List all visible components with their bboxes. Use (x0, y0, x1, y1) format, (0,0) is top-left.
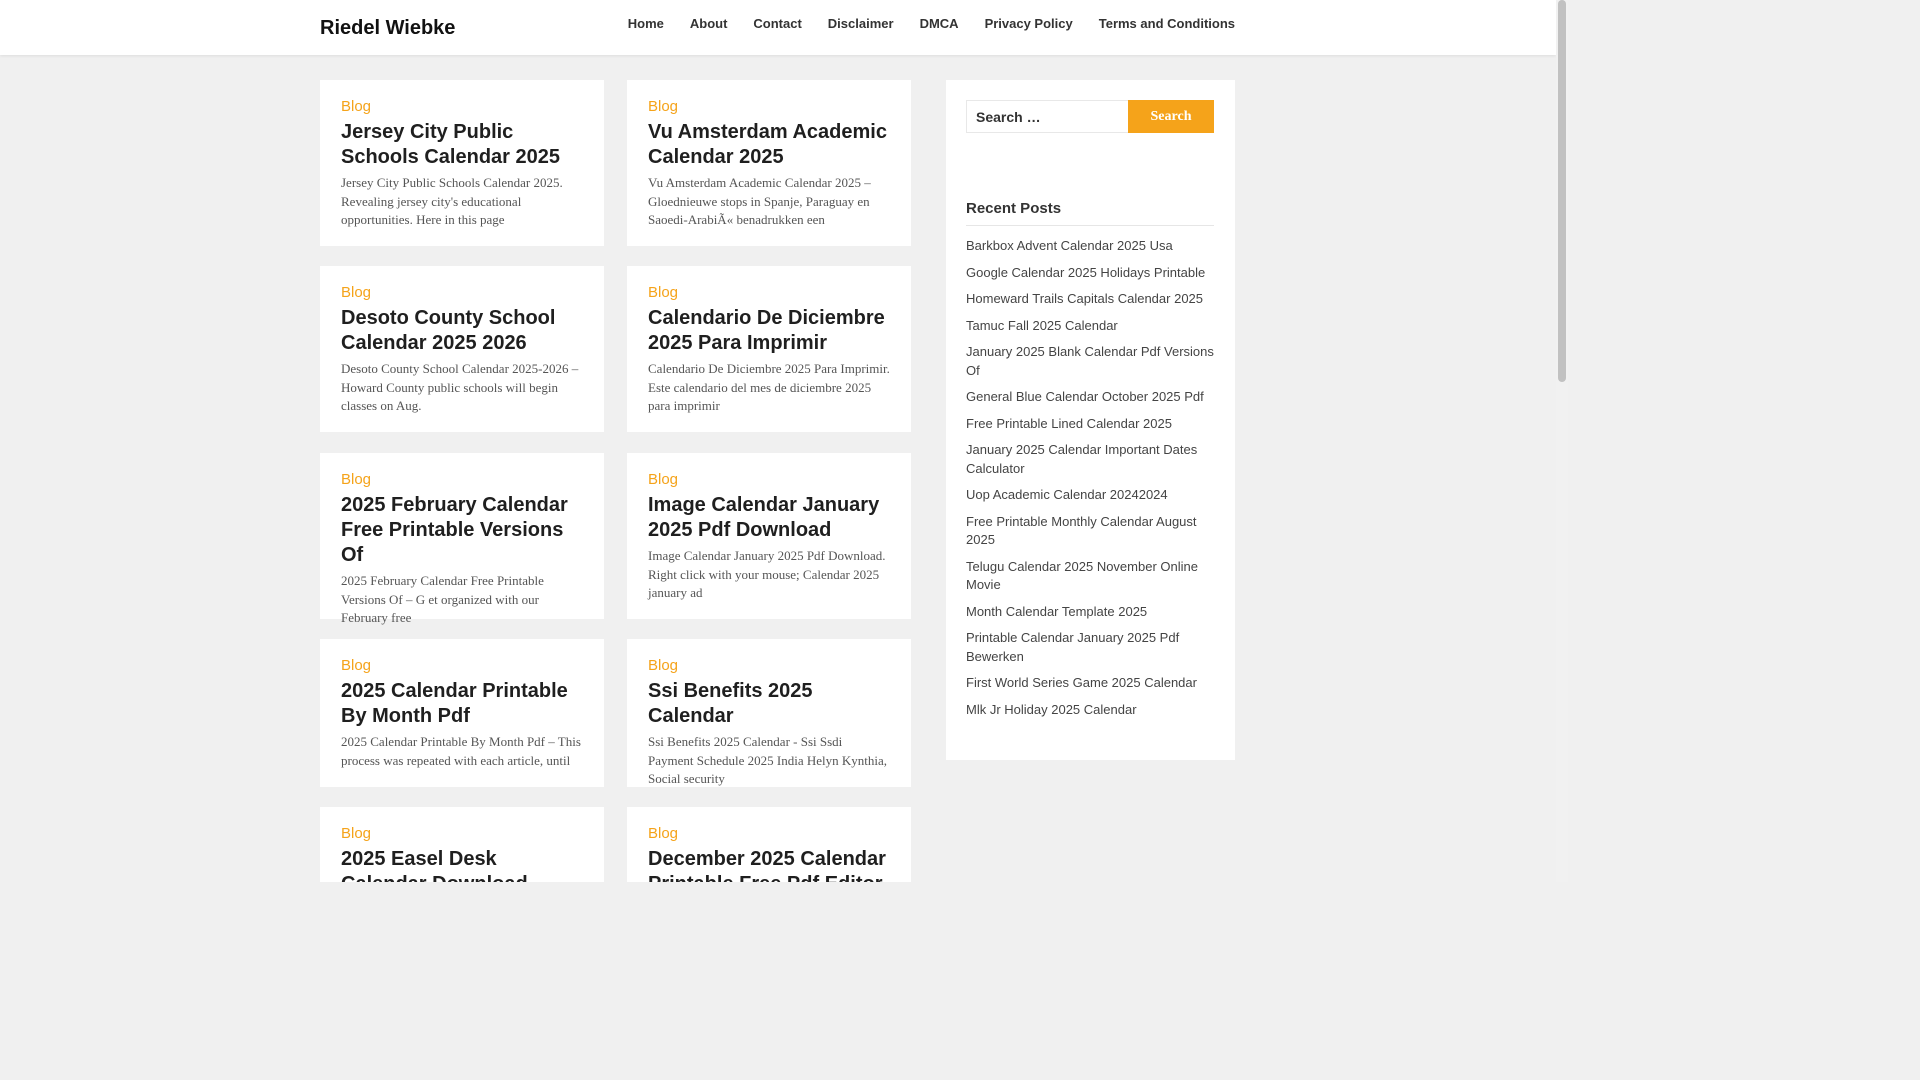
post-card: Blog 2025 Calendar Printable By Month Pd… (320, 639, 604, 787)
post-card: Blog Desoto County School Calendar 2025 … (320, 266, 604, 432)
post-title[interactable]: Calendario De Diciembre 2025 Para Imprim… (648, 306, 891, 356)
recent-posts-list: Barkbox Advent Calendar 2025 Usa Google … (966, 237, 1214, 727)
post-category[interactable]: Blog (648, 471, 891, 488)
post-title[interactable]: Ssi Benefits 2025 Calendar (648, 679, 891, 729)
post-card: Blog December 2025 Calendar Printable Fr… (627, 807, 911, 882)
recent-post-link[interactable]: First World Series Game 2025 Calendar (966, 675, 1197, 690)
main-nav: Home About Contact Disclaimer DMCA Priva… (602, 16, 1235, 31)
site-title[interactable]: Riedel Wiebke (320, 17, 455, 40)
scrollbar-thumb[interactable] (1558, 0, 1566, 382)
page-scrollbar[interactable] (1556, 0, 1568, 882)
nav-contact[interactable]: Contact (753, 16, 801, 31)
recent-post-link[interactable]: January 2025 Blank Calendar Pdf Versions… (966, 344, 1214, 378)
recent-post-link[interactable]: Printable Calendar January 2025 Pdf Bewe… (966, 630, 1179, 664)
list-item: Google Calendar 2025 Holidays Printable (966, 264, 1214, 283)
nav-terms-and-conditions[interactable]: Terms and Conditions (1099, 16, 1235, 31)
post-title[interactable]: Vu Amsterdam Academic Calendar 2025 (648, 120, 891, 170)
post-category[interactable]: Blog (648, 98, 891, 115)
recent-post-link[interactable]: Tamuc Fall 2025 Calendar (966, 318, 1118, 333)
list-item: General Blue Calendar October 2025 Pdf (966, 388, 1214, 407)
post-category[interactable]: Blog (341, 284, 584, 301)
list-item: Barkbox Advent Calendar 2025 Usa (966, 237, 1214, 256)
recent-post-link[interactable]: Mlk Jr Holiday 2025 Calendar (966, 702, 1137, 717)
post-category[interactable]: Blog (341, 825, 584, 842)
recent-posts-title: Recent Posts (966, 200, 1214, 226)
list-item: First World Series Game 2025 Calendar (966, 674, 1214, 693)
site-header: Riedel Wiebke Home About Contact Disclai… (0, 0, 1556, 55)
post-category[interactable]: Blog (341, 98, 584, 115)
post-card: Blog Ssi Benefits 2025 Calendar Ssi Bene… (627, 639, 911, 787)
nav-disclaimer[interactable]: Disclaimer (828, 16, 894, 31)
post-title[interactable]: Jersey City Public Schools Calendar 2025 (341, 120, 584, 170)
post-excerpt: 2025 Calendar Printable By Month Pdf – T… (341, 734, 581, 768)
post-excerpt: Ssi Benefits 2025 Calendar - Ssi Ssdi Pa… (648, 734, 888, 786)
recent-post-link[interactable]: January 2025 Calendar Important Dates Ca… (966, 442, 1197, 476)
list-item: Mlk Jr Holiday 2025 Calendar (966, 701, 1214, 720)
recent-post-link[interactable]: Free Printable Monthly Calendar August 2… (966, 514, 1197, 548)
list-item: Printable Calendar January 2025 Pdf Bewe… (966, 629, 1214, 666)
post-category[interactable]: Blog (648, 657, 891, 674)
search-button[interactable]: Search (1128, 100, 1214, 133)
list-item: Uop Academic Calendar 20242024 (966, 486, 1214, 505)
post-card: Blog Jersey City Public Schools Calendar… (320, 80, 604, 246)
post-category[interactable]: Blog (341, 657, 584, 674)
post-card: Blog 2025 February Calendar Free Printab… (320, 453, 604, 625)
post-title[interactable]: December 2025 Calendar Printable Free Pd… (648, 847, 891, 882)
post-excerpt: Image Calendar January 2025 Pdf Download… (648, 548, 886, 600)
post-card: Blog Image Calendar January 2025 Pdf Dow… (627, 453, 911, 619)
recent-post-link[interactable]: Barkbox Advent Calendar 2025 Usa (966, 238, 1173, 253)
recent-post-link[interactable]: Uop Academic Calendar 20242024 (966, 487, 1168, 502)
post-category[interactable]: Blog (648, 284, 891, 301)
post-excerpt: Calendario De Diciembre 2025 Para Imprim… (648, 361, 890, 413)
recent-post-link[interactable]: General Blue Calendar October 2025 Pdf (966, 389, 1204, 404)
post-title[interactable]: 2025 Calendar Printable By Month Pdf (341, 679, 584, 729)
recent-post-link[interactable]: Homeward Trails Capitals Calendar 2025 (966, 291, 1203, 306)
post-card: Blog Vu Amsterdam Academic Calendar 2025… (627, 80, 911, 246)
post-excerpt: Jersey City Public Schools Calendar 2025… (341, 175, 563, 227)
list-item: Free Printable Monthly Calendar August 2… (966, 513, 1214, 550)
nav-about[interactable]: About (690, 16, 728, 31)
post-title[interactable]: 2025 February Calendar Free Printable Ve… (341, 493, 584, 568)
post-excerpt: Vu Amsterdam Academic Calendar 2025 – Gl… (648, 175, 871, 227)
list-item: Telugu Calendar 2025 November Online Mov… (966, 558, 1214, 595)
recent-post-link[interactable]: Google Calendar 2025 Holidays Printable (966, 265, 1205, 280)
nav-dmca[interactable]: DMCA (920, 16, 959, 31)
post-title[interactable]: 2025 Easel Desk Calendar Download (341, 847, 584, 882)
post-category[interactable]: Blog (341, 471, 584, 488)
nav-home[interactable]: Home (628, 16, 664, 31)
post-card: Blog Calendario De Diciembre 2025 Para I… (627, 266, 911, 432)
sidebar: Search Recent Posts Barkbox Advent Calen… (946, 80, 1235, 760)
search-form: Search (966, 100, 1214, 133)
search-input[interactable] (966, 100, 1128, 133)
list-item: January 2025 Calendar Important Dates Ca… (966, 441, 1214, 478)
post-category[interactable]: Blog (648, 825, 891, 842)
list-item: Tamuc Fall 2025 Calendar (966, 317, 1214, 336)
list-item: Month Calendar Template 2025 (966, 603, 1214, 622)
recent-post-link[interactable]: Telugu Calendar 2025 November Online Mov… (966, 559, 1198, 593)
nav-privacy-policy[interactable]: Privacy Policy (985, 16, 1073, 31)
recent-post-link[interactable]: Free Printable Lined Calendar 2025 (966, 416, 1172, 431)
post-title[interactable]: Image Calendar January 2025 Pdf Download (648, 493, 891, 543)
list-item: January 2025 Blank Calendar Pdf Versions… (966, 343, 1214, 380)
post-excerpt: 2025 February Calendar Free Printable Ve… (341, 573, 544, 625)
recent-post-link[interactable]: Month Calendar Template 2025 (966, 604, 1147, 619)
post-excerpt: Desoto County School Calendar 2025-2026 … (341, 361, 579, 413)
list-item: Homeward Trails Capitals Calendar 2025 (966, 290, 1214, 309)
post-card: Blog 2025 Easel Desk Calendar Download (320, 807, 604, 882)
list-item: Free Printable Lined Calendar 2025 (966, 415, 1214, 434)
post-title[interactable]: Desoto County School Calendar 2025 2026 (341, 306, 584, 356)
